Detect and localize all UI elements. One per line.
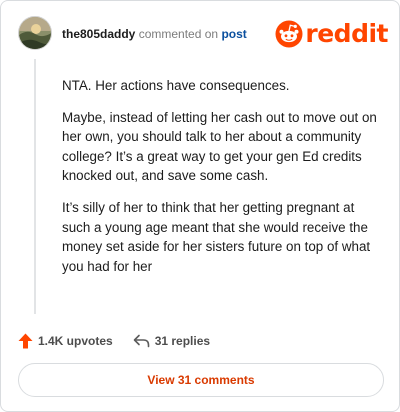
upvote-stat[interactable]: 1.4K upvotes (18, 333, 113, 349)
avatar[interactable] (18, 16, 52, 50)
author-line: the805daddy commented on post (62, 27, 247, 41)
reply-stat[interactable]: 31 replies (133, 334, 210, 348)
reddit-logo[interactable]: reddit (275, 19, 388, 49)
username-link[interactable]: the805daddy (62, 27, 135, 41)
comment-card: the805daddy commented on post reddit NTA… (0, 0, 400, 412)
reply-count: 31 replies (154, 334, 211, 348)
view-comments-button[interactable]: View 31 comments (18, 363, 384, 397)
upvote-count: 1.4K upvotes (38, 334, 113, 348)
comment-stats: 1.4K upvotes 31 replies (18, 331, 210, 351)
comment-body: NTA. Her actions have consequences. Mayb… (62, 76, 382, 288)
comment-paragraph: NTA. Her actions have consequences. (62, 78, 290, 93)
action-text: commented on (138, 27, 219, 41)
reply-arrow-icon (133, 334, 150, 348)
post-link[interactable]: post (221, 27, 246, 41)
thread-line[interactable] (34, 59, 36, 314)
reddit-snoo-icon (275, 20, 303, 48)
upvote-arrow-icon (18, 333, 33, 349)
comment-header: the805daddy commented on post reddit (18, 16, 388, 52)
logo-text: reddit (305, 19, 388, 48)
comment-paragraph: It’s silly of her to think that her gett… (62, 199, 371, 274)
comment-paragraph: Maybe, instead of letting her cash out t… (62, 109, 377, 184)
